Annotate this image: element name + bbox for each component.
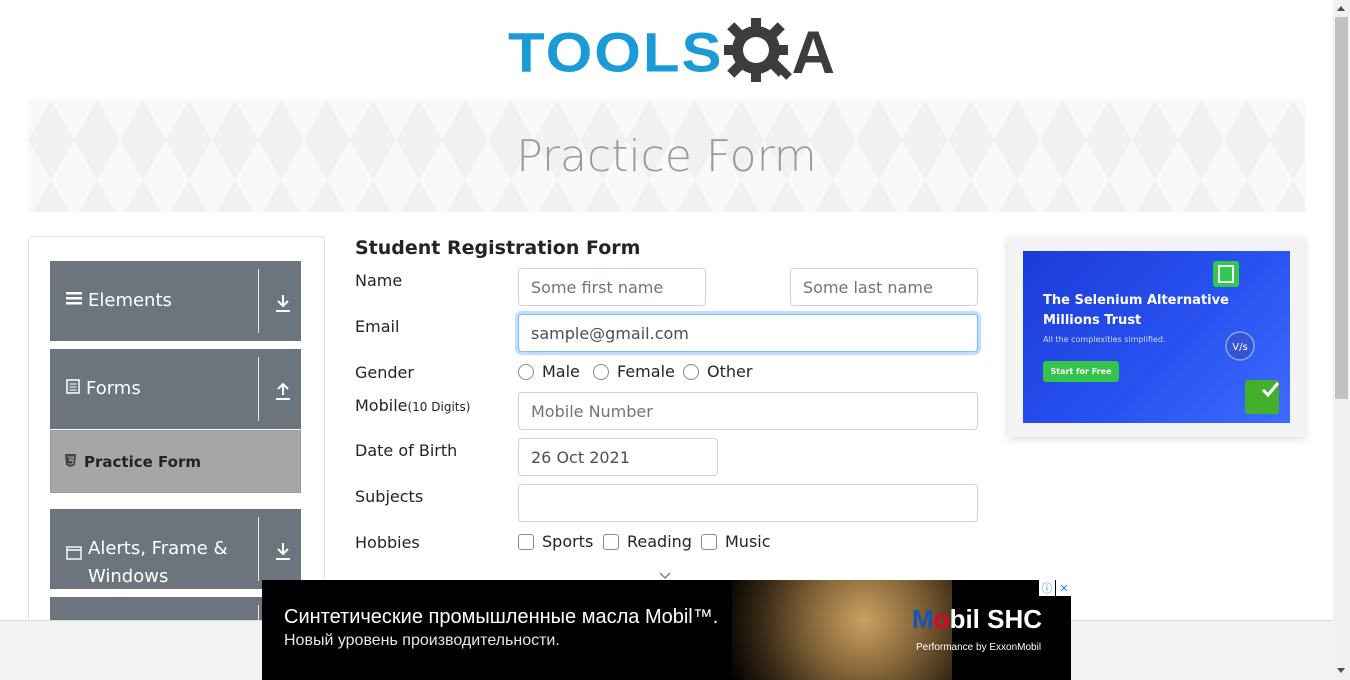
date-of-birth-label: Date of Birth (355, 441, 458, 460)
first-name-input[interactable]: Some first name (518, 268, 706, 306)
radio-label: Female (617, 362, 675, 381)
divider (258, 517, 259, 581)
radio-circle[interactable] (683, 363, 699, 380)
page-scrollbar[interactable] (1333, 0, 1350, 680)
checkbox-box[interactable] (603, 533, 619, 550)
hobby-music-checkbox[interactable]: Music (701, 532, 771, 551)
sidebar-group-forms[interactable]: Forms (50, 349, 301, 429)
email-label: Email (355, 317, 400, 336)
sidebar-group-alerts-frame-windows[interactable]: Alerts, Frame & Windows (50, 509, 301, 589)
form-title: Student Registration Form (355, 237, 641, 259)
mobile-label-text: Mobile (355, 396, 408, 415)
ad-right-creative[interactable]: The Selenium Alternative Millions Trust … (1023, 251, 1290, 423)
shield-icon (1211, 259, 1241, 293)
sidebar: Elements Forms Practice Form Alerts, Fra… (28, 236, 325, 636)
gender-other-radio[interactable]: Other (683, 362, 752, 381)
ad-close-icon[interactable]: ✕ (1056, 580, 1071, 596)
sidebar-group-label: Forms (86, 378, 141, 399)
mobile-hint: (10 Digits) (407, 400, 471, 414)
gender-female-radio[interactable]: Female (593, 362, 675, 381)
ad-right[interactable]: The Selenium Alternative Millions Trust … (1008, 237, 1305, 437)
document-icon (66, 375, 80, 403)
page-banner: Practice Form (28, 100, 1305, 212)
page-title: Practice Form (516, 130, 817, 182)
gender-male-radio[interactable]: Male (518, 362, 580, 381)
upload-arrow-icon[interactable] (274, 381, 292, 401)
sidebar-group-label: Alerts, Frame & Windows (88, 538, 228, 587)
hobbies-label: Hobbies (355, 533, 420, 552)
subjects-input[interactable] (518, 484, 978, 522)
ad-subtext: All the complexities simplified. (1043, 335, 1166, 344)
checkbox-label: Sports (542, 532, 594, 551)
ad-bottom[interactable]: Синтетические промышленные масла Mobil™.… (262, 580, 1071, 680)
toolsqa-logo[interactable]: TOOLS A (508, 14, 835, 92)
ad-headline: The Selenium Alternative Millions Trust (1043, 293, 1229, 328)
sidebar-item-practice-form[interactable]: Practice Form (50, 430, 301, 493)
download-arrow-icon[interactable] (274, 541, 292, 561)
mobile-label: Mobile(10 Digits) (355, 396, 470, 415)
radio-label: Male (542, 362, 580, 381)
html5-icon (65, 453, 76, 471)
start-for-free-button[interactable]: Start for Free (1043, 361, 1119, 382)
gear-icon (720, 14, 798, 92)
checkbox-box[interactable] (518, 533, 534, 550)
scrollbar-thumb[interactable] (1335, 17, 1348, 399)
checkbox-label: Reading (627, 532, 692, 551)
chevron-down-icon[interactable] (659, 566, 671, 579)
logo-text-tools: TOOLS (508, 21, 724, 84)
logo-text-a: A (791, 19, 835, 86)
vs-badge-icon: V/s (1225, 331, 1255, 365)
hobby-reading-checkbox[interactable]: Reading (603, 532, 692, 551)
name-label: Name (355, 271, 403, 290)
mobil-shc-logo: Mobil SHC (912, 604, 1043, 634)
radio-circle[interactable] (593, 363, 609, 380)
download-arrow-icon[interactable] (274, 293, 292, 313)
sidebar-item-label: Practice Form (84, 452, 201, 471)
selenium-logo-icon (1245, 376, 1281, 418)
last-name-input[interactable]: Some last name (790, 268, 978, 306)
checkbox-box[interactable] (701, 533, 717, 550)
sidebar-group-elements[interactable]: Elements (50, 261, 301, 341)
radio-circle[interactable] (518, 363, 534, 380)
svg-text:V/s: V/s (1232, 342, 1247, 353)
checkbox-label: Music (725, 532, 771, 551)
sidebar-group-label: Elements (88, 290, 172, 311)
date-of-birth-input[interactable]: 26 Oct 2021 (518, 438, 718, 476)
gender-label: Gender (355, 363, 414, 382)
hamburger-icon (66, 287, 82, 315)
hobby-sports-checkbox[interactable]: Sports (518, 532, 593, 551)
scroll-down-icon[interactable] (1337, 668, 1345, 673)
divider (258, 357, 259, 421)
ad-performance-text: Performance by ExxonMobil (916, 642, 1042, 653)
ad-line-2: Новый уровень производительности. (284, 632, 560, 649)
radio-label: Other (707, 362, 753, 381)
window-icon (66, 541, 82, 569)
ad-info-icon[interactable]: ⓘ (1039, 580, 1055, 596)
subjects-label: Subjects (355, 487, 424, 506)
mobile-number-input[interactable]: Mobile Number (518, 392, 978, 430)
ad-line-1: Синтетические промышленные масла Mobil™. (284, 606, 719, 628)
scroll-up-icon[interactable] (1337, 6, 1345, 11)
divider (258, 269, 259, 333)
email-input[interactable]: sample@gmail.com (518, 314, 978, 352)
